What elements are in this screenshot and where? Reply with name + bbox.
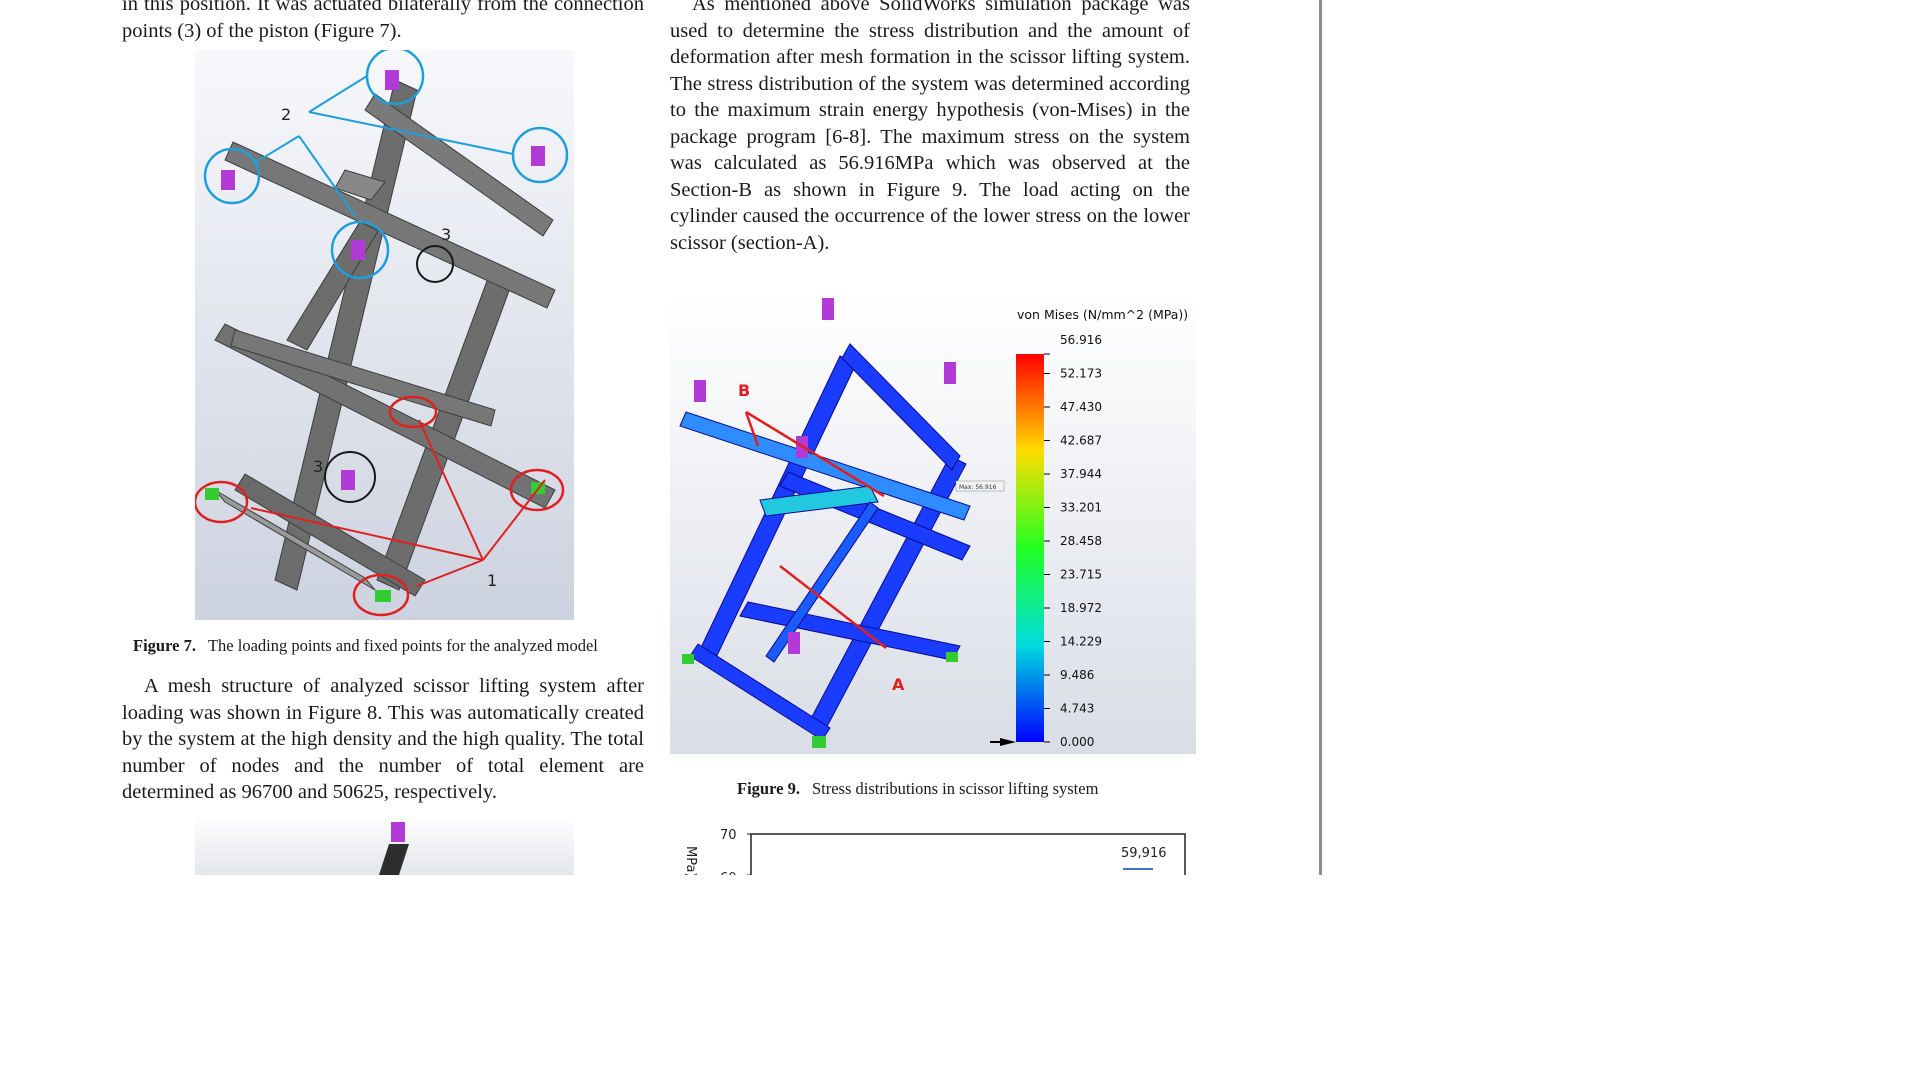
- stress-bar-chart: MPa) 70 60 59,916: [685, 828, 1186, 875]
- max-tag: Max: 56.916: [959, 484, 997, 491]
- y-tick-70: 70: [720, 828, 737, 843]
- y-axis-label: MPa): [685, 846, 698, 875]
- legend-value: 56.916: [1060, 333, 1102, 347]
- figure-8-partial: [195, 814, 574, 875]
- legend-value: 9.486: [1060, 668, 1094, 682]
- mesh-model-image: [379, 822, 409, 875]
- stress-distribution-image: B A Max: 56.916 von Mises (N/mm^2 (MPa))…: [679, 298, 1188, 749]
- label-3-bottom: 3: [313, 457, 323, 476]
- legend-value: 14.229: [1060, 635, 1102, 649]
- figure-7: 2 3 3 1: [195, 50, 574, 620]
- document-page: in this position. It was actuated bilate…: [0, 0, 1322, 875]
- mesh-paragraph: A mesh structure of analyzed scissor lif…: [122, 675, 644, 803]
- legend-value: 0.000: [1060, 735, 1094, 749]
- figure-9-caption: Figure 9. Stress distributions in scissor…: [737, 779, 1098, 799]
- plot-frame: [750, 833, 1186, 875]
- section-a-label: A: [892, 675, 905, 694]
- legend-value: 33.201: [1060, 501, 1102, 515]
- color-scale-bar: [1016, 354, 1044, 742]
- figure-9-caption-label: Figure 9.: [737, 779, 800, 798]
- section-b-label: B: [738, 381, 750, 400]
- figure-7-caption-text: The loading points and fixed points for …: [207, 636, 598, 655]
- right-top-paragraph: As mentioned above SolidWorks simulation…: [670, 0, 1190, 254]
- label-1: 1: [487, 571, 497, 590]
- label-3-top: 3: [441, 225, 451, 244]
- figure-9-caption-text: Stress distributions in scissor lifting …: [811, 779, 1099, 798]
- page-edge-divider: [1319, 0, 1322, 875]
- legend-value: 42.687: [1060, 434, 1102, 448]
- stress-chart-partial: MPa) 70 60 59,916: [685, 822, 1195, 875]
- left-top-paragraph: in this position. It was actuated bilate…: [122, 0, 644, 42]
- y-tick-60: 60: [720, 871, 737, 875]
- label-2: 2: [281, 105, 291, 124]
- legend-value: 47.430: [1060, 400, 1102, 414]
- figure-9: B A Max: 56.916 von Mises (N/mm^2 (MPa))…: [670, 296, 1196, 754]
- figure-7-caption: Figure 7. The loading points and fixed po…: [133, 636, 598, 656]
- legend-value: 18.972: [1060, 601, 1102, 615]
- figure-7-caption-label: Figure 7.: [133, 636, 196, 655]
- data-label: 59,916: [1121, 846, 1167, 861]
- legend-value: 28.458: [1060, 534, 1102, 548]
- scissor-lift-model-image: 2 3 3 1: [195, 50, 569, 617]
- legend-title: von Mises (N/mm^2 (MPa)): [1017, 307, 1188, 322]
- legend-value: 4.743: [1060, 702, 1094, 716]
- legend-value: 37.944: [1060, 467, 1102, 481]
- legend-value: 23.715: [1060, 568, 1102, 582]
- legend-value: 52.173: [1060, 367, 1102, 381]
